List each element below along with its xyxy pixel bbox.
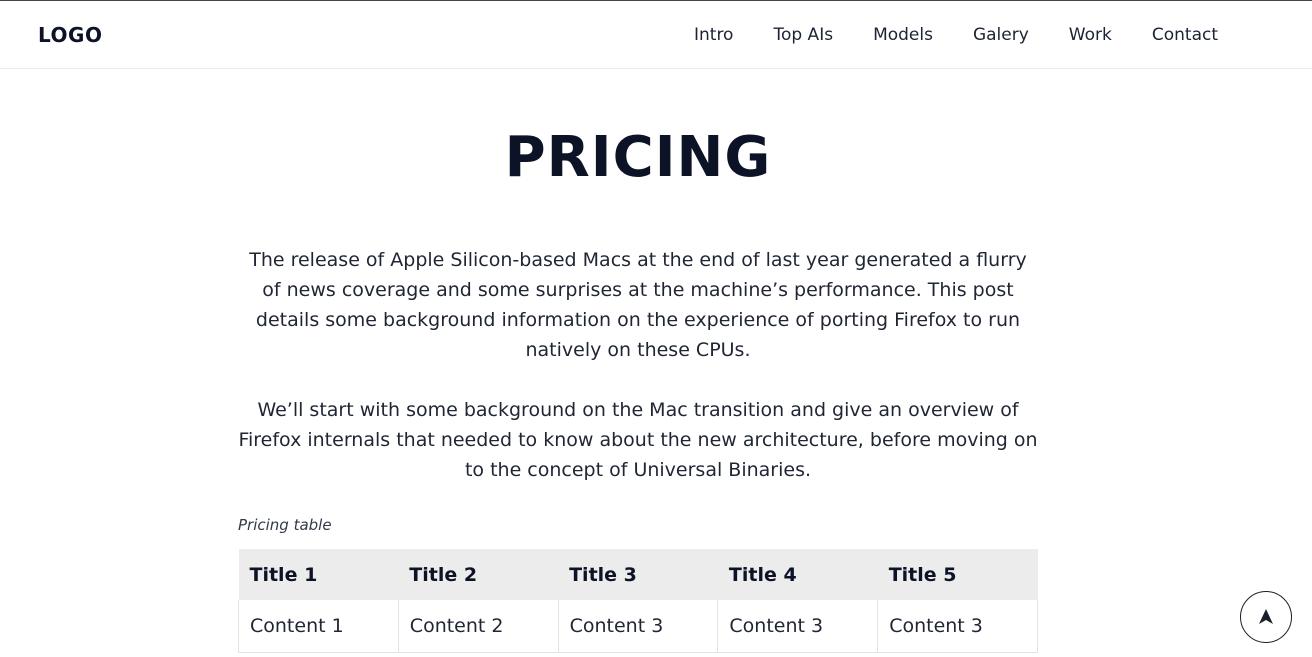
table-cell: Content 1: [238, 600, 399, 653]
nav-item-top-ais[interactable]: Top AIs: [773, 23, 833, 47]
table-header-row: Title 1 Title 2 Title 3 Title 4 Title 5: [238, 549, 1038, 600]
page-title: PRICING: [504, 125, 772, 190]
arrow-up-icon: [1259, 609, 1273, 624]
site-header: LOGO Intro Top AIs Models Galery Work Co…: [0, 1, 1312, 69]
table-header-cell: Title 2: [398, 549, 559, 600]
table-cell: Content 3: [877, 600, 1038, 653]
logo[interactable]: LOGO: [38, 23, 102, 47]
table-header-cell: Title 1: [238, 549, 399, 600]
scroll-to-top-button[interactable]: [1240, 591, 1292, 643]
table-caption: Pricing table: [238, 516, 332, 534]
intro-paragraph-1: The release of Apple Silicon-based Macs …: [249, 249, 1027, 361]
nav-item-galery[interactable]: Galery: [973, 23, 1029, 47]
nav-item-contact[interactable]: Contact: [1152, 23, 1218, 47]
table-cell: Content 3: [557, 600, 719, 653]
table-row: Content 1 Content 2 Content 3 Content 3 …: [238, 600, 1038, 653]
nav-item-models[interactable]: Models: [873, 23, 933, 47]
table-header-cell: Title 5: [877, 549, 1038, 600]
main-nav: Intro Top AIs Models Galery Work Contact: [694, 23, 1218, 47]
nav-item-work[interactable]: Work: [1069, 23, 1112, 47]
pricing-table: Title 1 Title 2 Title 3 Title 4 Title 5 …: [238, 549, 1038, 653]
table-header-cell: Title 4: [717, 549, 878, 600]
nav-item-intro[interactable]: Intro: [694, 23, 733, 47]
table-cell: Content 3: [717, 600, 879, 653]
intro-paragraph-2: We’ll start with some background on the …: [238, 399, 1038, 481]
table-cell: Content 2: [397, 600, 559, 653]
table-header-cell: Title 3: [558, 549, 718, 600]
